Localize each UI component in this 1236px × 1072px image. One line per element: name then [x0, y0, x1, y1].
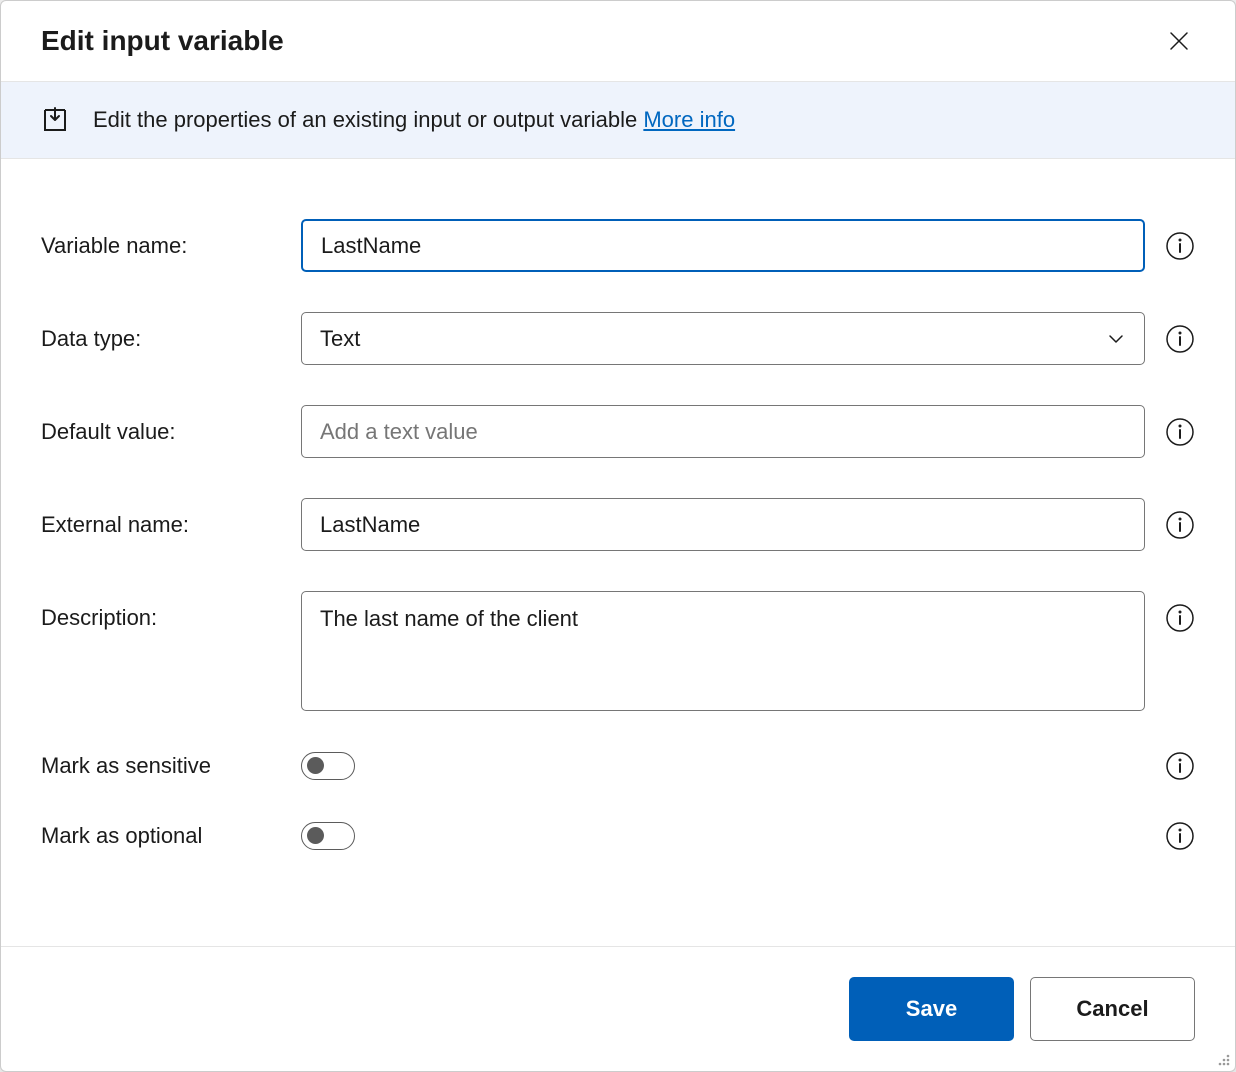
more-info-link[interactable]: More info: [643, 107, 735, 132]
data-type-select[interactable]: Text: [301, 312, 1145, 365]
description-label: Description:: [41, 591, 281, 631]
mark-sensitive-toggle[interactable]: [301, 752, 355, 780]
description-textarea[interactable]: The last name of the client: [301, 591, 1145, 711]
data-type-label: Data type:: [41, 312, 281, 352]
external-name-row: External name:: [41, 498, 1195, 551]
banner-text: Edit the properties of an existing input…: [93, 107, 735, 133]
mark-optional-label: Mark as optional: [41, 823, 281, 849]
mark-sensitive-label: Mark as sensitive: [41, 753, 281, 779]
data-type-row: Data type: Text: [41, 312, 1195, 365]
cancel-button[interactable]: Cancel: [1030, 977, 1195, 1041]
variable-name-row: Variable name:: [41, 219, 1195, 272]
info-icon[interactable]: [1165, 751, 1195, 781]
form-container: Variable name: Data type: Text: [1, 159, 1235, 946]
banner-description: Edit the properties of an existing input…: [93, 107, 637, 132]
chevron-down-icon: [1106, 329, 1126, 349]
info-banner: Edit the properties of an existing input…: [1, 81, 1235, 159]
edit-input-variable-dialog: Edit input variable Edit the properties …: [0, 0, 1236, 1072]
dialog-title: Edit input variable: [41, 25, 284, 57]
info-icon[interactable]: [1165, 417, 1195, 447]
info-icon[interactable]: [1165, 821, 1195, 851]
import-icon: [41, 106, 69, 134]
variable-name-input[interactable]: [301, 219, 1145, 272]
external-name-input[interactable]: [301, 498, 1145, 551]
mark-optional-row: Mark as optional: [41, 821, 1195, 851]
resize-grip-icon[interactable]: [1214, 1050, 1232, 1068]
external-name-label: External name:: [41, 498, 281, 538]
variable-name-label: Variable name:: [41, 219, 281, 259]
info-icon[interactable]: [1165, 324, 1195, 354]
info-icon[interactable]: [1165, 603, 1195, 633]
data-type-value: Text: [320, 326, 360, 352]
dialog-header: Edit input variable: [1, 1, 1235, 81]
close-button[interactable]: [1163, 25, 1195, 57]
close-icon: [1169, 31, 1189, 51]
description-row: Description: The last name of the client: [41, 591, 1195, 711]
default-value-row: Default value:: [41, 405, 1195, 458]
info-icon[interactable]: [1165, 231, 1195, 261]
save-button[interactable]: Save: [849, 977, 1014, 1041]
default-value-label: Default value:: [41, 405, 281, 445]
mark-optional-toggle[interactable]: [301, 822, 355, 850]
mark-sensitive-row: Mark as sensitive: [41, 751, 1195, 781]
default-value-input[interactable]: [301, 405, 1145, 458]
info-icon[interactable]: [1165, 510, 1195, 540]
dialog-footer: Save Cancel: [1, 946, 1235, 1071]
